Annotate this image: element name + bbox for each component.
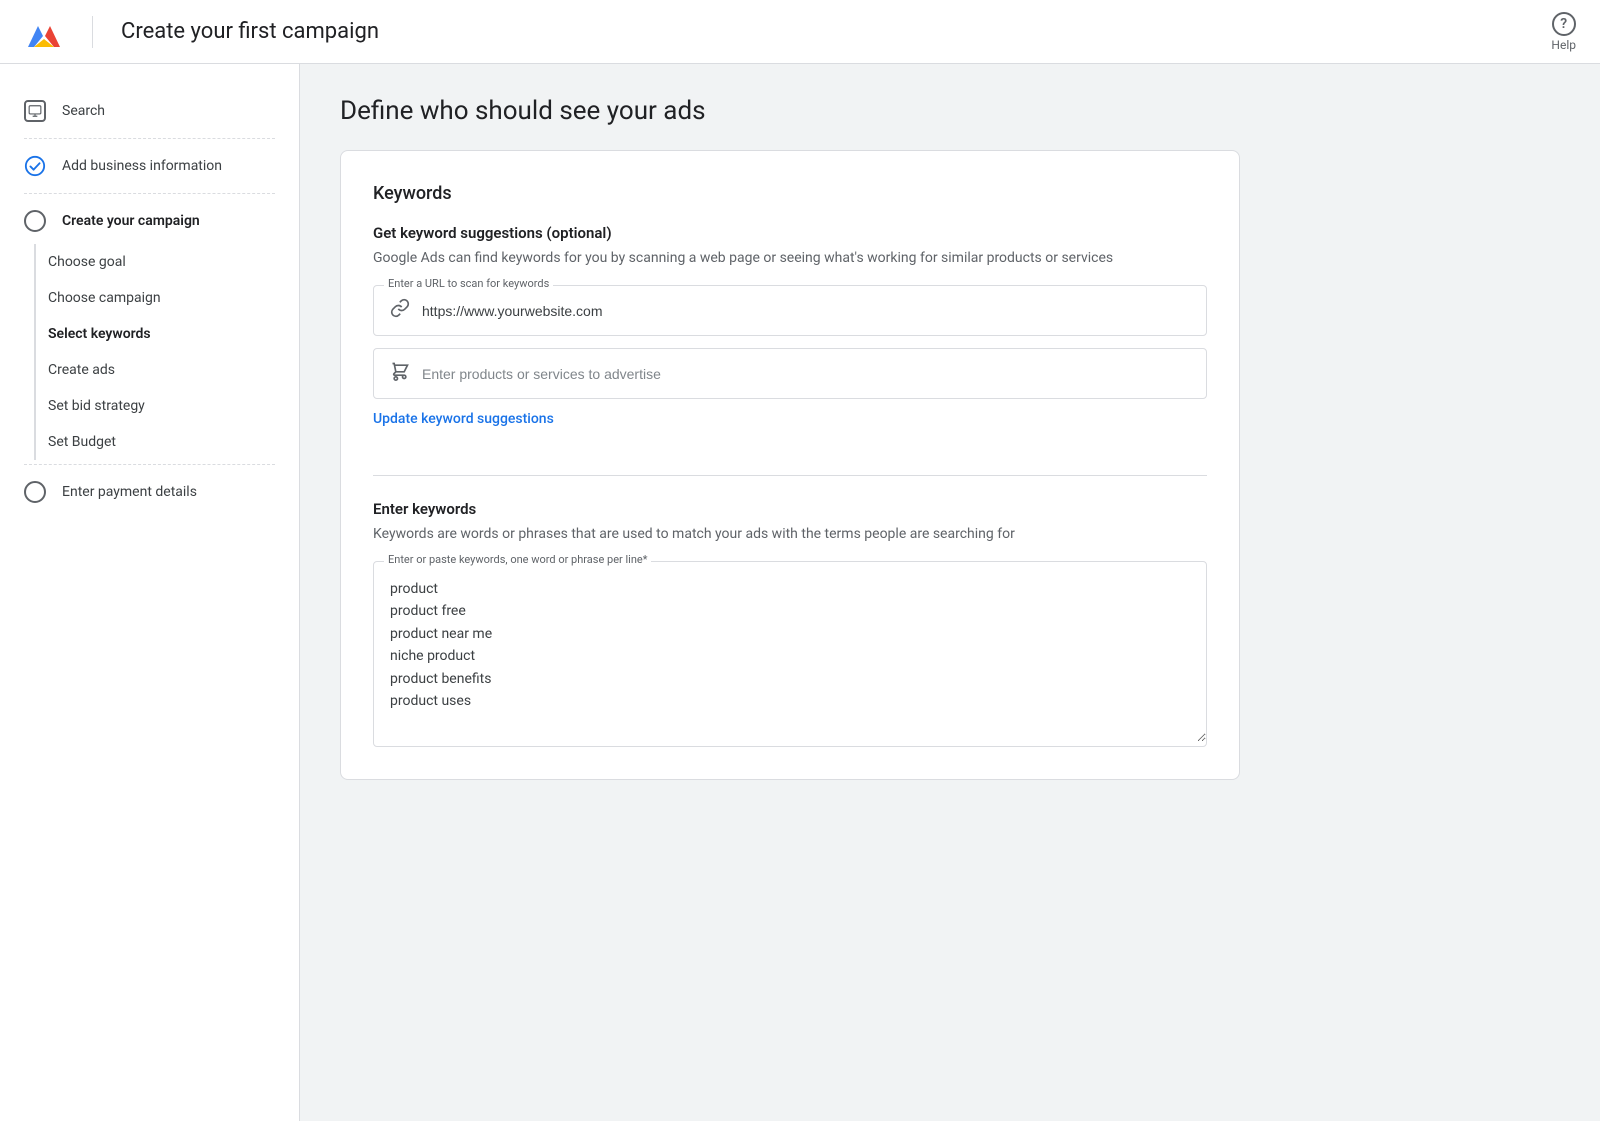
products-input[interactable] [422,366,1190,382]
update-keywords-link[interactable]: Update keyword suggestions [373,411,554,427]
page-title: Define who should see your ads [340,96,1560,126]
sidebar: Search Add business information Create y… [0,64,300,1121]
sidebar-divider-3 [24,464,275,465]
sidebar-item-payment[interactable]: Enter payment details [0,469,299,515]
url-field-label: Enter a URL to scan for keywords [384,277,553,290]
sidebar-subitem-create-ads[interactable]: Create ads [48,352,299,388]
logo-area: Create your first campaign [24,12,379,52]
sidebar-subitem-select-keywords[interactable]: Select keywords [48,316,299,352]
header-title: Create your first campaign [121,19,379,44]
enter-keywords-title: Enter keywords [373,500,1207,518]
header: Create your first campaign ? Help [0,0,1600,64]
sidebar-subitem-choose-goal[interactable]: Choose goal [48,244,299,280]
keyword-suggestions-section: Get keyword suggestions (optional) Googl… [373,224,1207,451]
help-button[interactable]: ? Help [1551,12,1576,52]
sidebar-item-business[interactable]: Add business information [0,143,299,189]
url-input-wrapper: Enter a URL to scan for keywords [373,285,1207,336]
section-divider [373,475,1207,476]
sidebar-divider-2 [24,193,275,194]
sidebar-campaign-label: Create your campaign [62,213,200,229]
header-divider [92,16,93,48]
suggestions-desc: Google Ads can find keywords for you by … [373,248,1207,269]
keywords-label: Enter or paste keywords, one word or phr… [384,553,651,566]
sidebar-divider-1 [24,138,275,139]
keywords-textarea[interactable]: product product free product near me nic… [374,562,1206,742]
enter-keywords-section: Enter keywords Keywords are words or phr… [373,500,1207,747]
products-input-inner [374,349,1206,398]
sidebar-item-search[interactable]: Search [0,88,299,134]
sidebar-search-label: Search [62,103,105,119]
help-label: Help [1551,38,1576,52]
products-input-wrapper [373,348,1207,399]
enter-keywords-desc: Keywords are words or phrases that are u… [373,524,1207,545]
sidebar-subitem-set-budget[interactable]: Set Budget [48,424,299,460]
link-icon [390,298,410,323]
monitor-icon [24,100,46,122]
sidebar-payment-label: Enter payment details [62,484,197,500]
url-input[interactable] [422,303,1190,319]
sidebar-business-label: Add business information [62,158,222,174]
sidebar-subitem-set-bid[interactable]: Set bid strategy [48,388,299,424]
sidebar-subitem-choose-campaign[interactable]: Choose campaign [48,280,299,316]
campaign-circle-icon [24,210,46,232]
keywords-card: Keywords Get keyword suggestions (option… [340,150,1240,780]
main-content: Define who should see your ads Keywords … [300,64,1600,1121]
keywords-section-title: Keywords [373,183,1207,204]
shop-icon [390,361,410,386]
sidebar-line [34,244,36,460]
layout: Search Add business information Create y… [0,64,1600,1121]
suggestions-title: Get keyword suggestions (optional) [373,224,1207,242]
sidebar-item-campaign[interactable]: Create your campaign [0,198,299,244]
check-circle-icon [24,155,46,177]
sidebar-subitems: Choose goal Choose campaign Select keywo… [48,244,299,460]
help-icon: ? [1552,12,1576,36]
url-input-inner [374,286,1206,335]
keywords-textarea-wrapper: Enter or paste keywords, one word or phr… [373,561,1207,747]
payment-circle-icon [24,481,46,503]
sidebar-subitems-wrapper: Choose goal Choose campaign Select keywo… [0,244,299,460]
google-ads-logo [24,12,64,52]
